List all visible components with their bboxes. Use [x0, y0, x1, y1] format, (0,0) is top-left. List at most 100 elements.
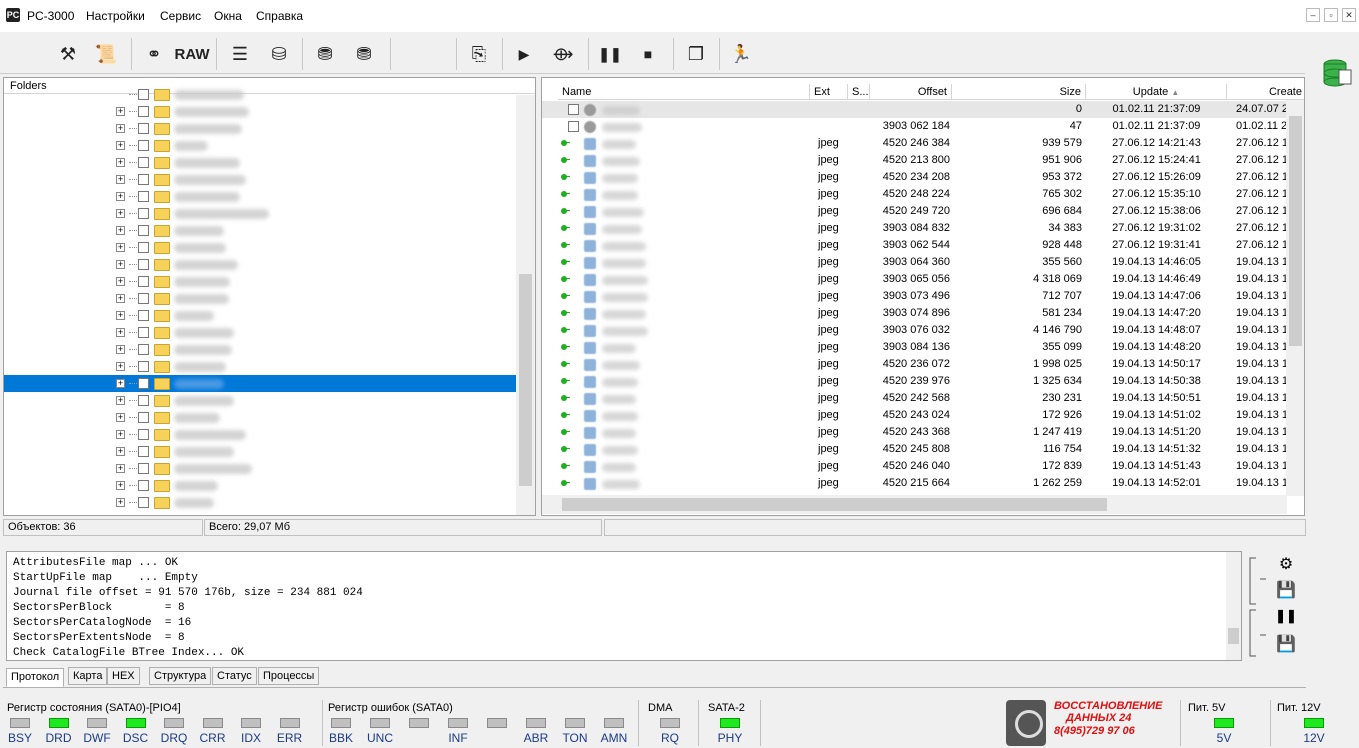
expand-icon[interactable]: + — [116, 447, 125, 456]
folder-checkbox[interactable] — [138, 225, 149, 236]
restore-button[interactable]: ▫ — [1324, 8, 1338, 22]
file-row[interactable]: jpeg 4520 243 024 172 926 19.04.13 14:51:02… — [542, 407, 1292, 424]
files-hscroll-thumb[interactable] — [562, 498, 1107, 511]
tab-map[interactable]: Карта — [68, 667, 108, 685]
folder-tree-row[interactable]: + — [4, 375, 516, 392]
play-icon[interactable]: ▶ — [508, 38, 540, 70]
file-row[interactable]: jpeg 4520 236 072 1 998 025 19.04.13 14:50:… — [542, 356, 1292, 373]
file-row[interactable]: 0 01.02.11 21:37:09 24.07.07 2 — [542, 101, 1292, 118]
log-save-icon[interactable]: 💾 — [1275, 580, 1297, 600]
log-pause-icon[interactable]: ❚❚ — [1275, 608, 1297, 628]
tab-hex[interactable]: HEX — [107, 667, 140, 685]
expand-icon[interactable]: + — [116, 294, 125, 303]
exit-icon[interactable]: 🏃 — [725, 38, 757, 70]
file-row[interactable]: jpeg 3903 073 496 712 707 19.04.13 14:47:06… — [542, 288, 1292, 305]
file-row[interactable]: jpeg 3903 084 832 34 383 27.06.12 19:31:02 2… — [542, 220, 1292, 237]
folder-tree-row[interactable]: + — [4, 341, 516, 358]
folder-checkbox[interactable] — [138, 429, 149, 440]
folder-tree-row[interactable]: + — [4, 137, 516, 154]
files-vscroll-thumb[interactable] — [1289, 116, 1302, 346]
network-share-icon[interactable]: ⟴ — [547, 38, 579, 70]
expand-icon[interactable]: + — [116, 243, 125, 252]
folder-tree-row[interactable]: + — [4, 239, 516, 256]
folder-tree-row[interactable]: + — [4, 256, 516, 273]
folder-checkbox[interactable] — [138, 140, 149, 151]
pause-icon[interactable]: ❚❚ — [594, 38, 626, 70]
expand-icon[interactable]: + — [116, 175, 125, 184]
folder-tree-row[interactable]: + — [4, 222, 516, 239]
file-row[interactable]: jpeg 3903 065 056 4 318 069 19.04.13 14:46:… — [542, 271, 1292, 288]
log-save-settings-icon[interactable]: 💾 — [1275, 634, 1297, 654]
expand-icon[interactable]: + — [116, 277, 125, 286]
file-row[interactable]: jpeg 3903 064 360 355 560 19.04.13 14:46:05… — [542, 254, 1292, 271]
folder-checkbox[interactable] — [138, 208, 149, 219]
hdd-stack-icon[interactable]: ☰ — [224, 38, 256, 70]
folder-checkbox[interactable] — [138, 310, 149, 321]
file-checkbox[interactable] — [568, 121, 579, 132]
folder-tree-row[interactable]: + — [4, 103, 516, 120]
expand-icon[interactable]: + — [116, 498, 125, 507]
folder-checkbox[interactable] — [138, 412, 149, 423]
expand-icon[interactable]: + — [116, 226, 125, 235]
folders-scroll-thumb[interactable] — [519, 274, 532, 486]
copy-icon[interactable]: ❐ — [680, 38, 712, 70]
file-row[interactable]: jpeg 4520 245 808 116 754 19.04.13 14:51:32… — [542, 441, 1292, 458]
folder-checkbox[interactable] — [138, 497, 149, 508]
folder-checkbox[interactable] — [138, 480, 149, 491]
col-ext[interactable]: Ext — [810, 84, 848, 100]
tab-processes[interactable]: Процессы — [258, 667, 320, 685]
tools-icon[interactable]: ⚒ — [52, 38, 84, 70]
file-row[interactable]: jpeg 4520 213 800 951 906 27.06.12 15:24:41… — [542, 152, 1292, 169]
db-network-icon[interactable]: ⛃ — [348, 38, 380, 70]
file-row[interactable]: jpeg 3903 076 032 4 146 790 19.04.13 14:48:… — [542, 322, 1292, 339]
file-row[interactable]: jpeg 4520 234 208 953 372 27.06.12 15:26:09… — [542, 169, 1292, 186]
expand-icon[interactable]: + — [116, 396, 125, 405]
menu-settings[interactable]: Настройки — [86, 9, 145, 23]
expand-icon[interactable]: + — [116, 311, 125, 320]
export-icon[interactable]: ⎘ — [463, 38, 495, 70]
folder-checkbox[interactable] — [138, 157, 149, 168]
file-row[interactable]: jpeg 4520 246 384 939 579 27.06.12 14:21:43… — [542, 135, 1292, 152]
folder-checkbox[interactable] — [138, 344, 149, 355]
file-row[interactable]: jpeg 4520 242 568 230 231 19.04.13 14:50:51… — [542, 390, 1292, 407]
tab-status[interactable]: Статус — [212, 667, 257, 685]
folder-tree-row[interactable]: + — [4, 409, 516, 426]
expand-icon[interactable]: + — [116, 481, 125, 490]
expand-icon[interactable]: + — [116, 260, 125, 269]
file-row[interactable]: 3903 062 184 47 01.02.11 21:37:09 01.02.11 … — [542, 118, 1292, 135]
file-row[interactable]: jpeg 4520 215 664 1 262 259 19.04.13 14:52:… — [542, 475, 1292, 492]
folder-checkbox[interactable] — [138, 89, 149, 100]
folder-checkbox[interactable] — [138, 242, 149, 253]
folder-checkbox[interactable] — [138, 378, 149, 389]
log-settings-icon[interactable]: ⚙ — [1275, 554, 1297, 574]
expand-icon[interactable]: + — [116, 345, 125, 354]
folder-tree-row[interactable]: + — [4, 426, 516, 443]
file-row[interactable]: jpeg 4520 239 976 1 325 634 19.04.13 14:50:… — [542, 373, 1292, 390]
menu-windows[interactable]: Окна — [214, 9, 242, 23]
tab-structure[interactable]: Структура — [149, 667, 212, 685]
col-create[interactable]: Create — [1227, 84, 1304, 100]
folder-checkbox[interactable] — [138, 259, 149, 270]
binoculars-icon[interactable]: ⚭ — [138, 38, 170, 70]
folder-checkbox[interactable] — [138, 106, 149, 117]
file-row[interactable]: jpeg 3903 084 136 355 099 19.04.13 14:48:20… — [542, 339, 1292, 356]
expand-icon[interactable]: + — [116, 362, 125, 371]
folder-checkbox[interactable] — [138, 446, 149, 457]
file-row[interactable]: jpeg 4520 246 040 172 839 19.04.13 14:51:43… — [542, 458, 1292, 475]
folder-checkbox[interactable] — [138, 174, 149, 185]
file-checkbox[interactable] — [568, 104, 579, 115]
expand-icon[interactable]: + — [116, 413, 125, 422]
folder-tree-row[interactable]: + — [4, 460, 516, 477]
folder-tree-row[interactable]: + — [4, 358, 516, 375]
expand-icon[interactable]: + — [116, 379, 125, 388]
expand-icon[interactable]: + — [116, 124, 125, 133]
file-row[interactable]: jpeg 3903 074 896 581 234 19.04.13 14:47:20… — [542, 305, 1292, 322]
log-scroll-thumb[interactable] — [1228, 628, 1239, 644]
db-list-icon[interactable]: ⛃ — [309, 38, 341, 70]
col-update[interactable]: Update ▲ — [1086, 84, 1227, 100]
folder-checkbox[interactable] — [138, 276, 149, 287]
file-row[interactable]: jpeg 4520 243 368 1 247 419 19.04.13 14:51:… — [542, 424, 1292, 441]
col-offset[interactable]: Offset — [870, 84, 952, 100]
folder-tree-row[interactable]: + — [4, 494, 516, 511]
menu-service[interactable]: Сервис — [160, 9, 201, 23]
